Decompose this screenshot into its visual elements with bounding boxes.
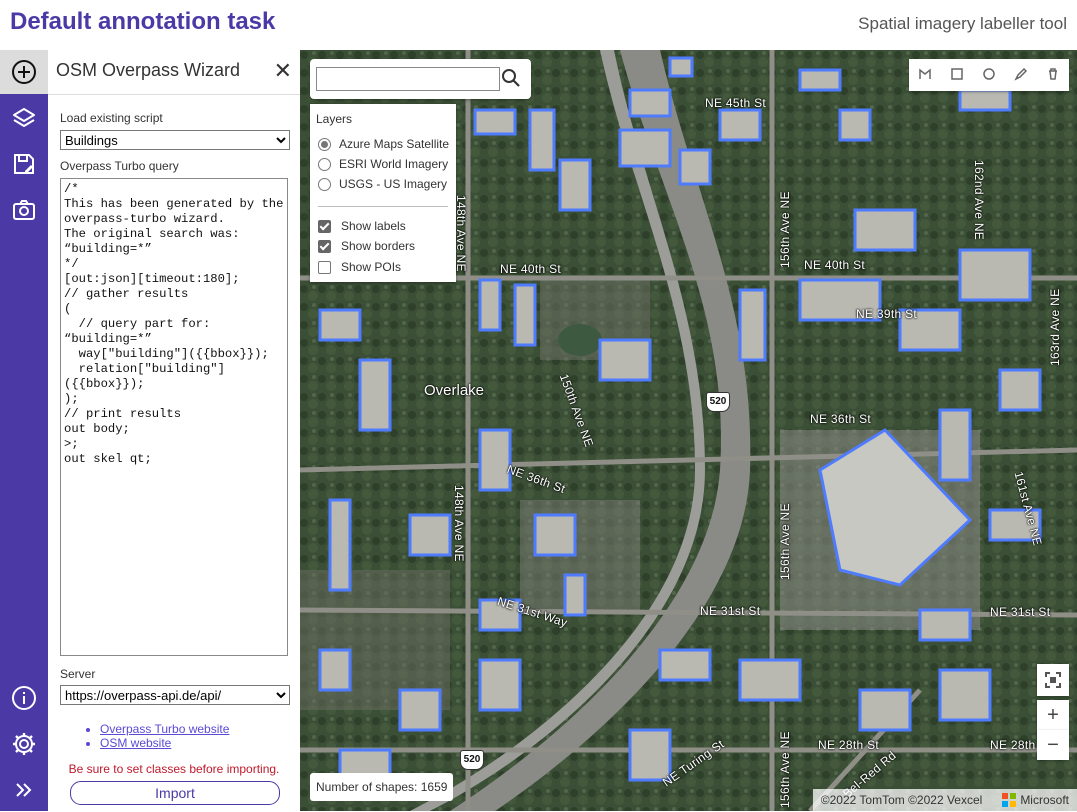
search-icon[interactable]: [501, 68, 521, 94]
road-label: 148th Ave NE: [452, 485, 466, 562]
left-toolbar: [0, 50, 48, 811]
divider: [48, 94, 300, 95]
checkbox-icon[interactable]: [318, 239, 331, 253]
query-label: Overpass Turbo query: [60, 159, 179, 173]
layers-icon[interactable]: [0, 96, 48, 140]
settings-icon[interactable]: [0, 722, 48, 766]
road-label: 163rd Ave NE: [1048, 288, 1062, 366]
road-label: 162nd Ave NE: [972, 160, 986, 241]
app-title: Default annotation task: [10, 8, 276, 35]
fullscreen-icon[interactable]: [1037, 664, 1069, 696]
camera-icon[interactable]: [0, 188, 48, 232]
trash-icon[interactable]: [1046, 67, 1060, 84]
close-icon[interactable]: ✕: [274, 58, 292, 84]
route-shield: 520: [706, 392, 730, 412]
road-label: NE 36th St: [810, 412, 872, 426]
map-canvas[interactable]: NE 45th St 162nd Ave NE 148th Ave NE 156…: [300, 50, 1077, 811]
road-label: NE 39th St: [856, 307, 918, 321]
microsoft-logo-icon: [1002, 793, 1017, 807]
checkbox-icon[interactable]: [318, 260, 331, 274]
basemap-option[interactable]: ESRI World Imagery: [318, 155, 448, 173]
server-label: Server: [60, 667, 96, 681]
links-list: Overpass Turbo website OSM website: [100, 722, 229, 750]
road-label: 148th Ave NE: [454, 195, 468, 272]
info-icon[interactable]: [0, 676, 48, 720]
divider: [318, 206, 448, 207]
radio-icon[interactable]: [318, 177, 331, 191]
toggle-show-pois[interactable]: Show POIs: [318, 258, 401, 276]
place-label: Overlake: [424, 382, 485, 399]
road-label: NE 31st St: [990, 605, 1051, 619]
overpass-turbo-link[interactable]: Overpass Turbo website: [100, 722, 229, 736]
toggle-show-labels[interactable]: Show labels: [318, 217, 406, 235]
basemap-label: ESRI World Imagery: [339, 157, 449, 171]
checkbox-icon[interactable]: [318, 219, 331, 233]
circle-tool-icon[interactable]: [982, 67, 996, 84]
map-attribution: ©2022 TomTom ©2022 Vexcel Microsoft: [812, 789, 1077, 811]
radio-icon[interactable]: [318, 137, 331, 151]
road-label: NE 40th St: [804, 258, 866, 272]
query-textarea[interactable]: /* This has been generated by the overpa…: [60, 178, 288, 656]
osm-link[interactable]: OSM website: [100, 736, 229, 750]
overpass-wizard-panel: OSM Overpass Wizard ✕ Load existing scri…: [48, 50, 301, 811]
attribution-text: ©2022 TomTom ©2022 Vexcel: [820, 793, 983, 807]
polygon-tool-icon[interactable]: [918, 67, 932, 84]
zoom-out-button[interactable]: −: [1037, 730, 1069, 760]
road-label: NE 28th St: [818, 738, 880, 752]
road-label: NE 45th St: [705, 96, 767, 110]
toggle-label: Show labels: [341, 219, 406, 233]
save-icon[interactable]: [0, 142, 48, 186]
drawing-toolbar: [909, 59, 1069, 91]
app-subtitle: Spatial imagery labeller tool: [858, 14, 1067, 33]
expand-icon[interactable]: [0, 768, 48, 812]
zoom-in-button[interactable]: +: [1037, 700, 1069, 730]
toggle-show-borders[interactable]: Show borders: [318, 237, 415, 255]
basemap-label: USGS - US Imagery: [339, 177, 448, 191]
road-label: NE 31st St: [700, 604, 761, 618]
add-circle-icon[interactable]: [0, 50, 48, 94]
pencil-tool-icon[interactable]: [1014, 67, 1028, 84]
load-script-select[interactable]: Buildings: [60, 130, 290, 150]
search-input[interactable]: [316, 67, 500, 91]
app-header: Default annotation task Spatial imagery …: [0, 0, 1077, 50]
import-button[interactable]: Import: [70, 781, 280, 805]
rectangle-tool-icon[interactable]: [950, 67, 964, 84]
layers-panel: Layers Azure Maps Satellite ESRI World I…: [310, 104, 456, 282]
panel-title: OSM Overpass Wizard: [56, 60, 241, 80]
basemap-option[interactable]: USGS - US Imagery: [318, 175, 447, 193]
toggle-label: Show borders: [341, 239, 416, 253]
brand-text: Microsoft: [1020, 793, 1069, 807]
basemap-label: Azure Maps Satellite: [339, 137, 450, 151]
toggle-label: Show POIs: [341, 260, 402, 274]
map-search: [310, 59, 531, 99]
road-label: 156th Ave NE: [778, 191, 792, 268]
road-label: 156th Ave NE: [778, 731, 792, 808]
load-script-label: Load existing script: [60, 111, 163, 125]
road-label: 156th Ave NE: [778, 503, 792, 580]
warning-text: Be sure to set classes before importing.: [68, 762, 280, 776]
route-shield: 520: [460, 750, 484, 770]
basemap-option[interactable]: Azure Maps Satellite: [318, 135, 449, 153]
radio-icon[interactable]: [318, 157, 331, 171]
server-select[interactable]: https://overpass-api.de/api/: [60, 685, 290, 705]
layers-title: Layers: [316, 112, 353, 126]
shape-count: Number of shapes: 1659: [310, 773, 454, 801]
road-label: NE 40th St: [500, 262, 562, 276]
